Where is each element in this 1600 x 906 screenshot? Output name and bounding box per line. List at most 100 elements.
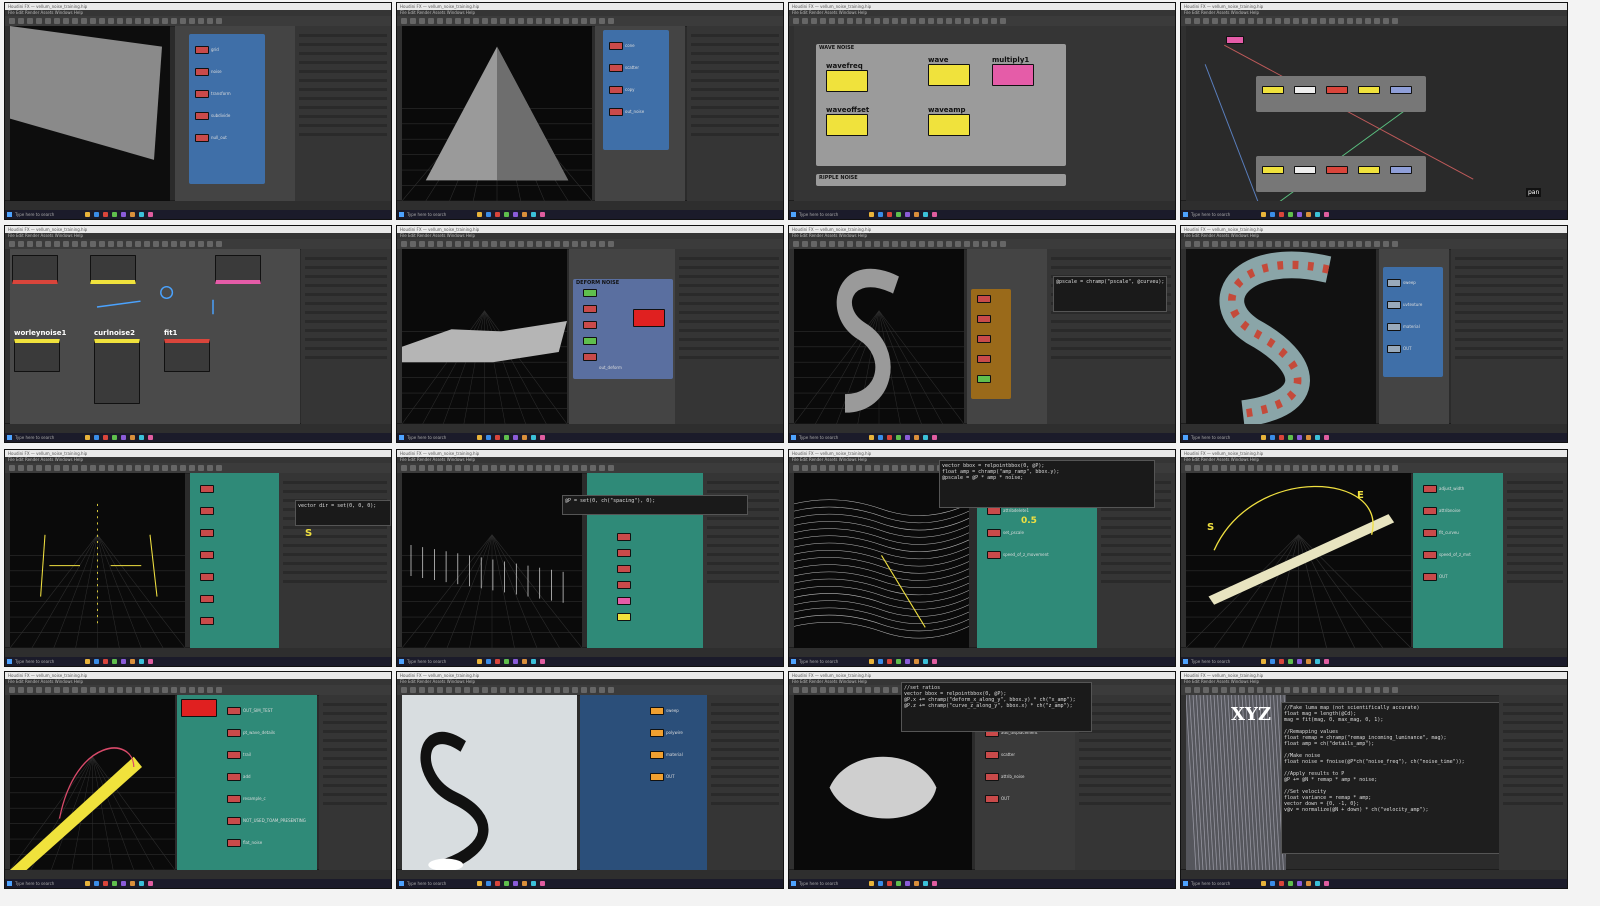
timeline[interactable] (397, 647, 783, 664)
parameter-field[interactable] (1455, 302, 1563, 305)
shelf-tool-icon[interactable] (581, 687, 587, 693)
shelf-tool-icon[interactable] (401, 687, 407, 693)
network-node[interactable] (1423, 507, 1437, 515)
network-node[interactable] (1387, 301, 1401, 309)
shelf-tool-icon[interactable] (1329, 18, 1335, 24)
network-node[interactable] (583, 289, 597, 297)
parameter-field[interactable] (679, 347, 779, 350)
shelf-tool-icon[interactable] (482, 465, 488, 471)
shelf-tool-icon[interactable] (153, 241, 159, 247)
shelf-tool-icon[interactable] (1383, 241, 1389, 247)
parameter-field[interactable] (1101, 580, 1171, 583)
parameter-field[interactable] (1503, 703, 1563, 706)
shelf-tool-icon[interactable] (946, 18, 952, 24)
shelf-tool-icon[interactable] (509, 687, 515, 693)
parameter-field[interactable] (711, 793, 779, 796)
shelf-tool-icon[interactable] (1239, 18, 1245, 24)
network-box[interactable] (1256, 156, 1426, 192)
network-box[interactable]: cone scatter copy out_noise (603, 30, 669, 150)
parameter-field[interactable] (305, 320, 387, 323)
shelf-tool-icon[interactable] (563, 465, 569, 471)
taskbar-app-icon[interactable] (914, 435, 919, 440)
taskbar-app-icon[interactable] (1324, 659, 1329, 664)
taskbar-app-icon[interactable] (121, 212, 126, 217)
taskbar-app-icon[interactable] (1261, 435, 1266, 440)
shelf-tool-icon[interactable] (536, 18, 542, 24)
network-node[interactable] (1423, 573, 1437, 581)
parameter-field[interactable] (323, 757, 387, 760)
shelf-tool-icon[interactable] (162, 687, 168, 693)
parameter-field[interactable] (711, 766, 779, 769)
shelf-tool-icon[interactable] (802, 465, 808, 471)
shelf-tool-icon[interactable] (455, 687, 461, 693)
parameter-field[interactable] (305, 275, 387, 278)
shelf-tool-icon[interactable] (955, 241, 961, 247)
shelf-tool-icon[interactable] (883, 465, 889, 471)
taskbar-app-icon[interactable] (495, 659, 500, 664)
network-node[interactable] (650, 729, 664, 737)
parameter-field[interactable] (283, 526, 387, 529)
network-box[interactable]: grid noise transform subdivide null_out (189, 34, 265, 184)
parameter-field[interactable] (1507, 517, 1563, 520)
parameter-field[interactable] (679, 293, 779, 296)
shelf-tool-icon[interactable] (1221, 465, 1227, 471)
shelf-tool-icon[interactable] (1212, 465, 1218, 471)
start-icon[interactable] (7, 435, 12, 440)
parameter-field[interactable] (679, 266, 779, 269)
taskbar-app-icon[interactable] (495, 212, 500, 217)
network-node[interactable] (583, 305, 597, 313)
shelf-tool-icon[interactable] (135, 18, 141, 24)
shelf-tool-icon[interactable] (491, 18, 497, 24)
taskbar-app-icon[interactable] (1306, 435, 1311, 440)
shelf-tool-icon[interactable] (81, 687, 87, 693)
parameter-field[interactable] (305, 347, 387, 350)
shelf-tool-icon[interactable] (464, 687, 470, 693)
shelf-tool-icon[interactable] (81, 18, 87, 24)
shelf-tool-icon[interactable] (27, 465, 33, 471)
taskbar-search[interactable]: Type here to search (1191, 433, 1230, 442)
shelf-tool-icon[interactable] (207, 241, 213, 247)
shelf-tool-icon[interactable] (838, 18, 844, 24)
parameter-field[interactable] (323, 730, 387, 733)
timeline[interactable] (789, 200, 1175, 217)
parameter-field[interactable] (305, 266, 387, 269)
shelf-tool-icon[interactable] (545, 465, 551, 471)
parameter-field[interactable] (1101, 508, 1171, 511)
taskbar-search[interactable]: Type here to search (799, 879, 838, 888)
timeline[interactable] (5, 869, 391, 886)
network-node[interactable] (977, 355, 991, 363)
network-node[interactable] (200, 551, 214, 559)
3d-viewport[interactable] (10, 26, 170, 201)
shelf-tool-icon[interactable] (1185, 241, 1191, 247)
vop-node[interactable] (826, 70, 868, 92)
parameter-field[interactable] (1079, 721, 1171, 724)
shelf-tool-icon[interactable] (901, 241, 907, 247)
playback-controls[interactable] (1184, 871, 1224, 886)
start-icon[interactable] (7, 212, 12, 217)
shelf-tool-icon[interactable] (1356, 465, 1362, 471)
shelf-tool-icon[interactable] (500, 241, 506, 247)
taskbar-search[interactable]: Type here to search (15, 210, 54, 219)
3d-viewport[interactable] (402, 249, 567, 424)
shelf-tool-icon[interactable] (793, 687, 799, 693)
parameter-field[interactable] (1503, 748, 1563, 751)
playback-controls[interactable] (8, 202, 48, 217)
shelf-tool-icon[interactable] (1185, 465, 1191, 471)
shelf-tool-icon[interactable] (1266, 687, 1272, 693)
shelf-tool-icon[interactable] (1230, 18, 1236, 24)
taskbar-app-icon[interactable] (504, 212, 509, 217)
playback-controls[interactable] (1184, 649, 1224, 664)
taskbar-app-icon[interactable] (103, 659, 108, 664)
shelf-tool-icon[interactable] (171, 465, 177, 471)
playback-controls[interactable] (400, 425, 440, 440)
parameter-field[interactable] (1455, 284, 1563, 287)
shelf-tool-icon[interactable] (135, 687, 141, 693)
shelf-tool-icon[interactable] (428, 465, 434, 471)
parameter-field[interactable] (299, 124, 387, 127)
playback-controls[interactable] (792, 871, 832, 886)
parameter-field[interactable] (305, 257, 387, 260)
timeline[interactable] (789, 869, 1175, 886)
shelf-tool-icon[interactable] (1185, 687, 1191, 693)
taskbar-app-icon[interactable] (513, 659, 518, 664)
taskbar-app-icon[interactable] (1270, 212, 1275, 217)
